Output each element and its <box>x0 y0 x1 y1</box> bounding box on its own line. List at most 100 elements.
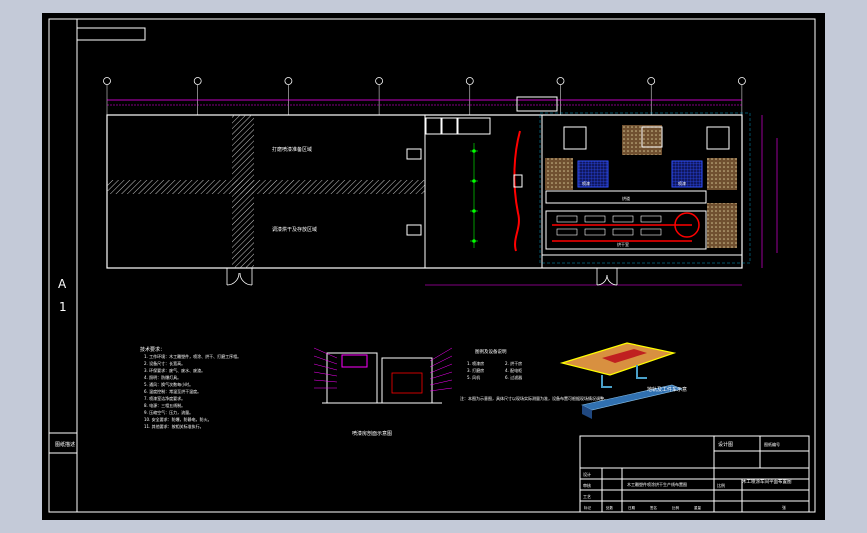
note-item: 6. 温度控制：常温至烘干温度。 <box>144 388 201 394</box>
hatched-cross-corridor <box>107 115 425 268</box>
drawing-name: 木工喷涂车间平面布置图 <box>742 478 792 485</box>
axis-markers <box>103 77 746 115</box>
door-symbol-2 <box>406 224 422 236</box>
title-block-top-right: 图纸编号 <box>764 441 780 447</box>
booth-hatch-1 <box>545 158 573 190</box>
note-item: 3. 环保要求：废气、废水、废渣。 <box>144 367 205 373</box>
axis-circle <box>647 77 656 85</box>
axis-circle <box>193 77 202 85</box>
notes-title: 技术要求： <box>140 346 165 353</box>
legend-item: 3. 打磨房 <box>467 367 484 373</box>
drying-box <box>556 215 578 223</box>
axis-circle <box>375 77 384 85</box>
note-item: 7. 喷漆室洁净度要求。 <box>144 395 185 401</box>
title-cell: 重量 <box>694 505 702 510</box>
leader-line <box>429 379 453 386</box>
drawing-subtitle: 木工雕塑件喷涂烘干生产线布置图 <box>627 481 687 487</box>
leader-line <box>429 347 453 362</box>
sheet-label: 张 <box>782 504 786 510</box>
note-item: 9. 压缩空气：压力，流量。 <box>144 409 193 415</box>
leader-line <box>429 371 453 380</box>
technical-notes: 技术要求： 1. 工作环境：木工雕塑件，喷涂、烘干、打磨工序相。2. 设备尺寸：… <box>140 346 241 429</box>
note-item: 11. 其他要求：按相关标准执行。 <box>144 423 204 429</box>
legend-item: 1. 喷漆房 <box>467 360 484 366</box>
cabinet-3 <box>457 117 491 135</box>
bottom-label: 烘干室 <box>617 241 629 247</box>
title-cell: 标记 <box>584 505 592 510</box>
section-caption: 喷漆房剖面示意图 <box>352 430 392 437</box>
legend-note: 注：本图为示意图，具体尺寸以现场实际测量为准，设备布置可根据现场情况调整。 <box>460 395 608 401</box>
booth-label-left: 喷漆 <box>582 180 590 186</box>
iso-caption: 地轨及工件车示意 <box>647 386 687 393</box>
leader-line <box>313 363 338 371</box>
legend-item: 4. 配电柜 <box>505 367 522 373</box>
note-item: 1. 工作环境：木工雕塑件，喷涂、烘干、打磨工序相。 <box>144 353 241 359</box>
title-cell: 比例 <box>672 505 680 510</box>
middle-room <box>424 114 543 269</box>
legend-item: 5. 风机 <box>467 374 480 380</box>
booth-hatch-4 <box>707 203 737 248</box>
red-hose-1 <box>513 130 521 252</box>
sheet-size-number: 1 <box>59 300 67 314</box>
leader-line <box>313 355 338 365</box>
leader-line <box>429 387 453 392</box>
drying-rail <box>552 224 692 242</box>
note-item: 4. 照明：防爆灯具。 <box>144 374 181 380</box>
note-item: 5. 通风：换气次数每小时。 <box>144 381 193 387</box>
axis-circle <box>465 77 474 85</box>
booth-hatch-3 <box>707 158 737 190</box>
top-left-box <box>76 27 146 41</box>
row-label-3: 工艺 <box>583 494 591 499</box>
row-label-2: 审核 <box>583 482 591 488</box>
door-symbol-1 <box>406 148 422 160</box>
drying-box <box>584 215 606 223</box>
outer-border <box>48 18 816 513</box>
title-cell: 日期 <box>628 505 636 510</box>
note-item: 2. 设备尺寸：长宽高。 <box>144 360 185 366</box>
section-oven <box>381 357 433 404</box>
cad-window: 图纸描述 A 1 打磨喷漆准备区域 调漆烘干及存放区域 喷漆 喷漆 烘道 烘干室… <box>0 0 867 533</box>
booth-label-right: 喷漆 <box>678 180 686 186</box>
title-block-top-left: 设计图 <box>718 441 733 448</box>
title-block: 设计图 图纸编号 木工喷涂车间平面布置图 木工雕塑件喷涂烘干生产线布置图 设计 … <box>579 435 810 513</box>
drying-box <box>612 228 634 236</box>
bottom-doors <box>226 268 618 286</box>
left-margin-label: 图纸描述 <box>55 441 75 448</box>
blue-booth-2 <box>671 160 703 188</box>
note-item: 8. 电源：三相五线制。 <box>144 402 185 408</box>
axis-circle <box>103 77 111 85</box>
section-red-unit <box>391 372 423 394</box>
iso-view: 地轨及工件车示意 <box>559 342 687 419</box>
drying-box <box>584 228 606 236</box>
title-cell: 处数 <box>606 505 614 510</box>
row-label-1: 设计 <box>583 471 591 477</box>
roof-fan <box>516 96 558 112</box>
drying-box <box>612 215 634 223</box>
section-booth <box>326 352 378 404</box>
note-item: 10. 安全要求：防爆，防静电，防火。 <box>144 416 212 422</box>
drawing-canvas[interactable]: 图纸描述 A 1 打磨喷漆准备区域 调漆烘干及存放区域 喷漆 喷漆 烘道 烘干室… <box>42 13 825 520</box>
floor-plan: 打磨喷漆准备区域 调漆烘干及存放区域 喷漆 喷漆 烘道 烘干室 <box>103 77 778 286</box>
fan-unit-3 <box>706 126 730 150</box>
zone-bottom-label: 调漆烘干及存放区域 <box>272 226 317 233</box>
drawing-svg: 图纸描述 A 1 打磨喷漆准备区域 调漆烘干及存放区域 喷漆 喷漆 烘道 烘干室… <box>48 18 816 513</box>
leader-line <box>313 371 338 377</box>
fan-unit-1 <box>563 126 587 150</box>
legend-item: 2. 烘干房 <box>505 360 522 366</box>
drying-box <box>556 228 578 236</box>
section-leaders <box>313 347 453 392</box>
drying-box <box>640 215 662 223</box>
sheet-size-letter: A <box>58 277 67 291</box>
title-cell: 签名 <box>650 505 657 510</box>
axis-circle <box>284 77 293 85</box>
axis-circle <box>556 77 565 85</box>
drying-box <box>640 228 662 236</box>
section-fan <box>341 354 368 368</box>
legend-item: 6. 过滤器 <box>505 374 522 380</box>
section-view: 喷漆房剖面示意图 <box>313 347 453 437</box>
zone-top-label: 打磨喷漆准备区域 <box>272 146 312 153</box>
center-label: 烘道 <box>622 195 630 201</box>
axis-circle <box>738 77 746 85</box>
cabinet-1 <box>425 117 442 135</box>
cabinet-2 <box>441 117 458 135</box>
